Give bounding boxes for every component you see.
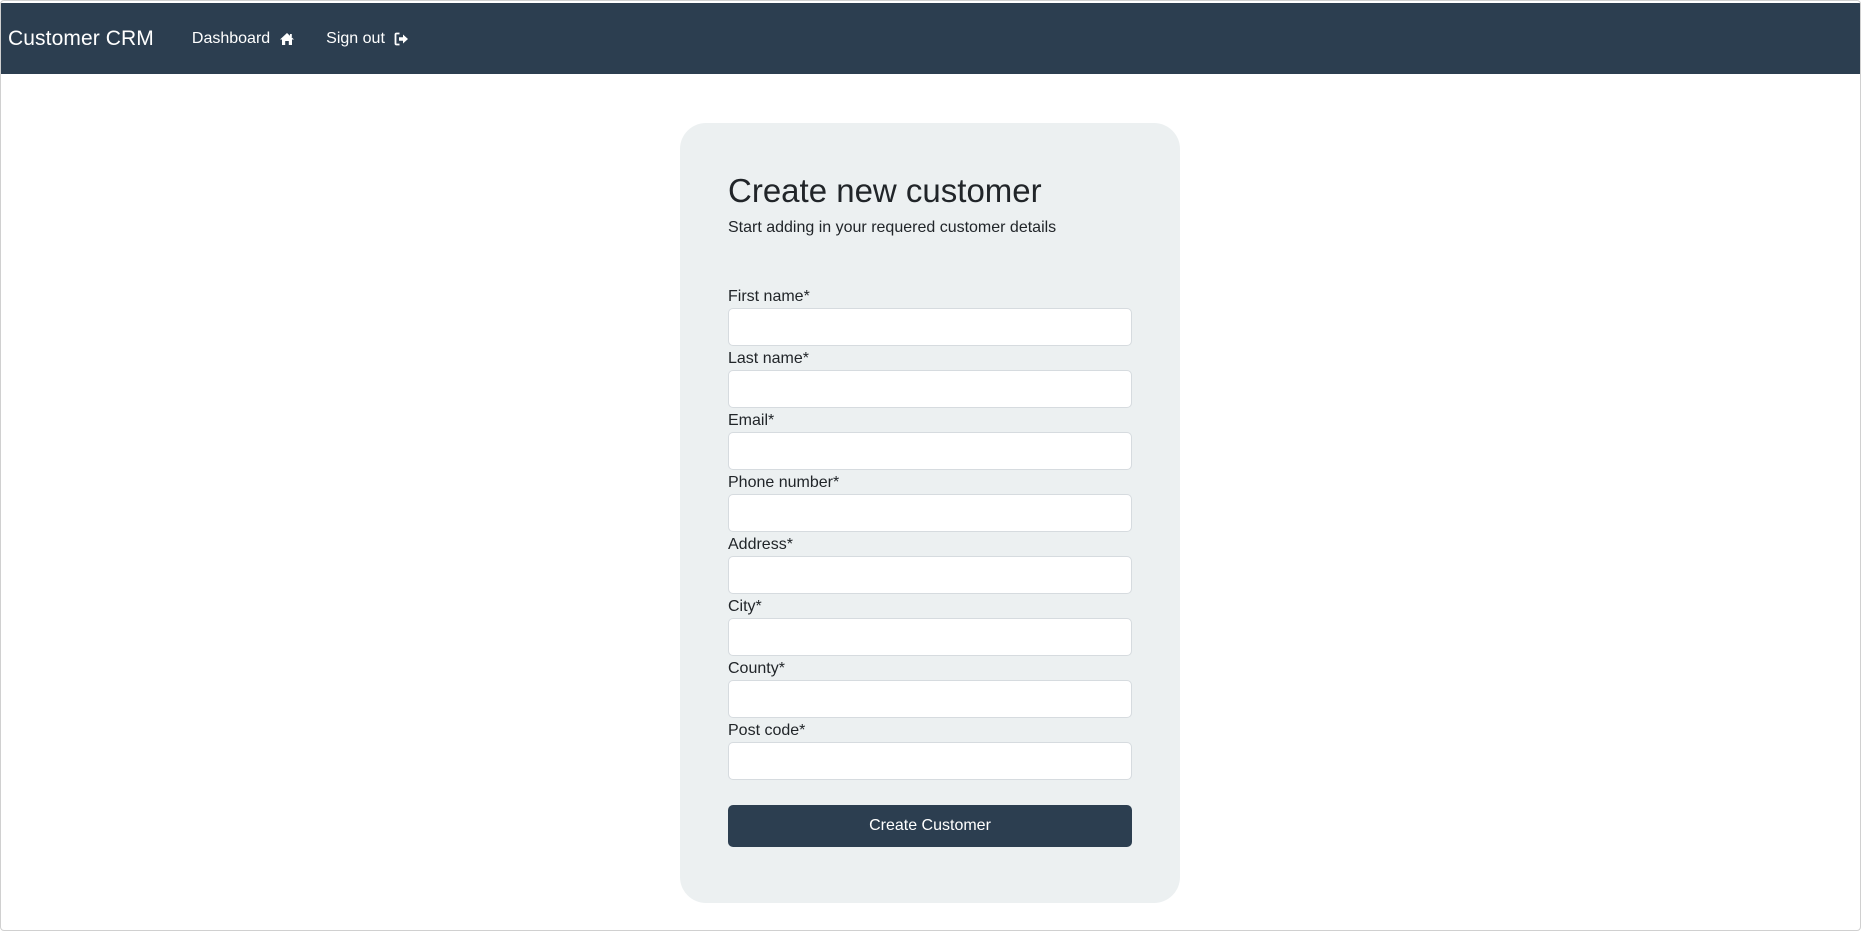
address-input[interactable] <box>728 555 1132 594</box>
brand-title[interactable]: Customer CRM <box>8 27 154 51</box>
post-code-input[interactable] <box>728 741 1132 780</box>
last-name-label: Last name* <box>728 349 809 367</box>
county-field: County* <box>728 659 1132 721</box>
page-title: Create new customer <box>728 172 1042 209</box>
address-label: Address* <box>728 535 793 553</box>
last-name-input[interactable] <box>728 369 1132 408</box>
county-input[interactable] <box>728 679 1132 718</box>
city-input[interactable] <box>728 617 1132 656</box>
top-navbar: Customer CRM Dashboard Sign out <box>1 3 1860 74</box>
email-input[interactable] <box>728 431 1132 470</box>
last-name-field: Last name* <box>728 349 1132 411</box>
first-name-input[interactable] <box>728 307 1132 346</box>
page-subtitle: Start adding in your requered customer d… <box>728 218 1057 236</box>
post-code-label: Post code* <box>728 721 806 739</box>
post-code-field: Post code* <box>728 721 1132 783</box>
nav-link-dashboard[interactable]: Dashboard <box>192 30 295 48</box>
home-icon <box>279 32 295 46</box>
phone-number-field: Phone number* <box>728 473 1132 535</box>
nav-link-sign-out-label: Sign out <box>326 29 385 47</box>
nav-link-sign-out[interactable]: Sign out <box>326 30 409 48</box>
city-field: City* <box>728 597 1132 659</box>
nav-link-dashboard-label: Dashboard <box>191 29 271 47</box>
email-label: Email* <box>728 411 775 429</box>
phone-number-input[interactable] <box>728 493 1132 532</box>
county-label: County* <box>728 659 785 677</box>
phone-number-label: Phone number* <box>728 473 840 491</box>
address-field: Address* <box>728 535 1132 597</box>
email-field: Email* <box>728 411 1132 473</box>
first-name-label: First name* <box>728 287 810 305</box>
create-customer-button[interactable]: Create Customer <box>728 804 1132 847</box>
page-frame: Customer CRM Dashboard Sign out Create n… <box>0 0 1861 931</box>
first-name-field: First name* <box>728 287 1132 349</box>
create-customer-form: First name* Last name* Email* Phone numb… <box>728 287 1132 847</box>
create-customer-card: Create new customer Start adding in your… <box>680 123 1180 903</box>
city-label: City* <box>728 597 762 615</box>
sign-out-icon <box>394 32 409 46</box>
